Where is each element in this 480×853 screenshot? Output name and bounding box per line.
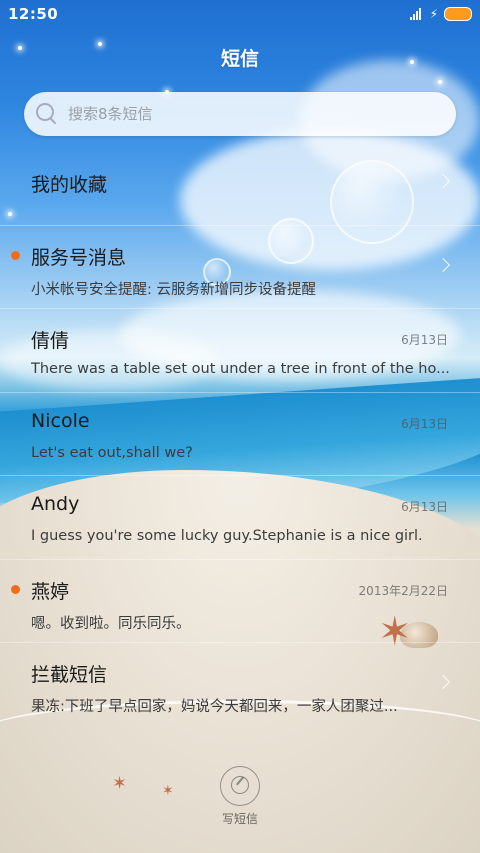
page-title: 短信 (220, 48, 259, 70)
conversation-preview: 嗯。收到啦。同乐同乐。 (31, 615, 191, 632)
search-bar[interactable] (24, 92, 456, 136)
search-input[interactable] (66, 104, 456, 124)
battery-icon (444, 7, 472, 21)
chevron-right-icon (435, 257, 451, 272)
chevron-right-icon (435, 674, 451, 690)
conversation-preview: I guess you're some lucky guy.Stephanie … (31, 528, 423, 544)
conversation-preview: Let's eat out,shall we? (31, 444, 193, 461)
status-icons: ⚡ (409, 7, 472, 21)
conversation-name: Andy (31, 493, 80, 515)
conversation-preview: 小米帐号安全提醒: 云服务新增同步设备提醒 (31, 281, 316, 298)
status-bar: 12:50 ⚡ (0, 0, 480, 28)
status-time: 12:50 (8, 5, 59, 23)
conversation-name: 拦截短信 (31, 664, 108, 686)
conversation-name: 燕婷 (31, 580, 70, 603)
conversation-item-service[interactable]: 服务号消息 小米帐号安全提醒: 云服务新增同步设备提醒 (0, 226, 480, 309)
conversation-date: 6月13日 (401, 416, 448, 431)
conversation-name: 倩倩 (31, 330, 70, 352)
conversation-name: Nicole (31, 409, 90, 432)
search-icon (36, 103, 58, 125)
conversation-item-qianqian[interactable]: 倩倩 6月13日 There was a table set out under… (0, 309, 480, 393)
conversation-item-andy[interactable]: Andy 6月13日 I guess you're some lucky guy… (0, 476, 480, 560)
conversation-item-favorites[interactable]: 我的收藏 (0, 142, 480, 226)
conversation-date: 2013年2月22日 (358, 583, 448, 598)
wallpaper-starfish: ✶ (162, 783, 174, 799)
conversation-item-nicole[interactable]: Nicole 6月13日 Let's eat out,shall we? (0, 393, 480, 476)
conversation-preview: There was a table set out under a tree i… (31, 361, 450, 377)
wallpaper-starfish: ✶ (112, 773, 128, 794)
conversation-item-yanting[interactable]: 燕婷 2013年2月22日 嗯。收到啦。同乐同乐。 (0, 560, 480, 643)
conversation-list: 我的收藏 服务号消息 小米帐号安全提醒: 云服务新增同步设备提醒 倩倩 6月13… (0, 142, 480, 727)
compose-icon (220, 766, 260, 806)
conversation-name: 我的收藏 (31, 174, 108, 196)
conversation-date: 6月13日 (401, 500, 448, 514)
conversation-preview: 果冻:下班了早点回家，妈说今天都回来，一家人团聚过... (31, 699, 398, 715)
conversation-date: 6月13日 (401, 333, 448, 347)
signal-icon (409, 8, 424, 20)
compose-label: 写短信 (221, 812, 258, 826)
compose-button[interactable]: 写短信 (213, 766, 267, 827)
charging-icon: ⚡ (429, 7, 438, 21)
conversation-name: 服务号消息 (31, 246, 127, 269)
messages-screen: ✶ ✶ ✶ 12:50 ⚡ 短信 我的收藏 服务号消息 小米帐号安全提醒: 云服… (0, 0, 480, 853)
unread-dot (11, 584, 20, 594)
chevron-right-icon (435, 173, 451, 189)
wallpaper-sparkle (438, 80, 442, 84)
unread-dot (11, 250, 20, 260)
conversation-item-blocked[interactable]: 拦截短信 果冻:下班了早点回家，妈说今天都回来，一家人团聚过... (0, 643, 480, 727)
